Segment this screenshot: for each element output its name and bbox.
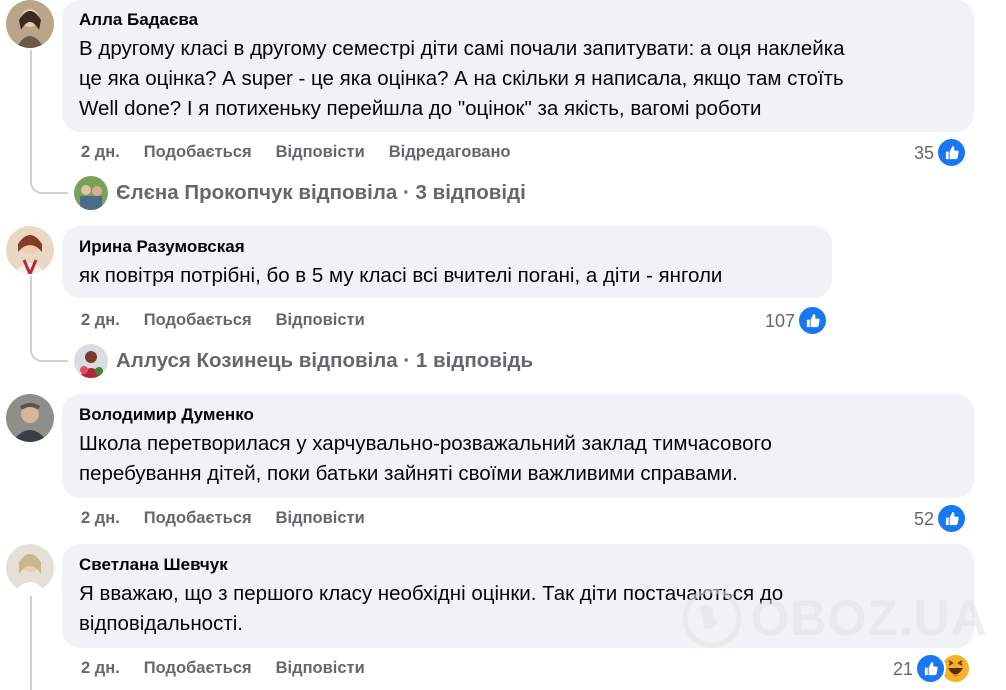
- comment-author[interactable]: Светлана Шевчук: [79, 553, 958, 577]
- reaction-number: 35: [914, 142, 935, 163]
- comment-author[interactable]: Володимир Думенко: [79, 403, 958, 427]
- thread-curve-1: [30, 176, 68, 194]
- reply-button[interactable]: Відповісти: [276, 658, 365, 678]
- comment-text: Школа перетворилася у харчувально-розваж…: [79, 432, 772, 485]
- comment-author[interactable]: Алла Бадаєва: [79, 8, 958, 32]
- avatar[interactable]: [6, 0, 54, 48]
- timestamp[interactable]: 2 дн.: [81, 310, 120, 330]
- replies-summary[interactable]: Аллуся Козинець відповіла · 1 відповідь: [74, 344, 533, 378]
- like-button[interactable]: Подобається: [144, 508, 252, 528]
- globe-icon: [682, 588, 742, 648]
- reaction-number: 52: [914, 508, 935, 529]
- edited-label: Відредаговано: [388, 143, 511, 161]
- avatar: [74, 344, 108, 378]
- thread-line-1: [30, 50, 32, 178]
- avatar[interactable]: [6, 544, 54, 592]
- thread-line-4: [30, 596, 32, 690]
- reaction-number: 107: [765, 310, 796, 331]
- like-icon: [936, 137, 968, 168]
- reaction-count[interactable]: 52: [914, 503, 968, 534]
- timestamp[interactable]: 2 дн.: [81, 142, 120, 162]
- comment-text: В другому класі в другому семестрі діти …: [79, 37, 845, 120]
- comment-actions: 2 дн. Подобається Відповісти: [81, 310, 365, 330]
- comment-bubble: Ирина Разумовская як повітря потрібні, б…: [62, 226, 832, 298]
- like-button[interactable]: Подобається: [144, 142, 252, 162]
- timestamp[interactable]: 2 дн.: [81, 658, 120, 678]
- comment-text: як повітря потрібні, бо в 5 му класі всі…: [79, 264, 723, 287]
- avatar[interactable]: [6, 394, 54, 442]
- like-button[interactable]: Подобається: [144, 310, 252, 330]
- like-icon: [936, 503, 968, 534]
- reply-button[interactable]: Відповісти: [276, 508, 365, 528]
- comment-actions: 2 дн. Подобається Відповісти: [81, 658, 365, 678]
- comment-bubble: Алла Бадаєва В другому класі в другому с…: [62, 0, 974, 132]
- watermark: OBOZ.UA: [682, 588, 988, 648]
- replies-summary-text: Аллуся Козинець відповіла · 1 відповідь: [116, 349, 534, 372]
- reaction-count[interactable]: 21: [893, 653, 972, 684]
- like-icon: [797, 305, 829, 336]
- comment-bubble: Володимир Думенко Школа перетворилася у …: [62, 394, 974, 498]
- comment-actions: 2 дн. Подобається Відповісти Відредагова…: [81, 142, 511, 162]
- reply-button[interactable]: Відповісти: [276, 310, 365, 330]
- avatar[interactable]: [6, 226, 54, 274]
- reaction-count[interactable]: 35: [914, 137, 968, 168]
- avatar: [74, 176, 108, 210]
- watermark-text: OBOZ.UA: [750, 590, 988, 646]
- comment-actions: 2 дн. Подобається Відповісти: [81, 508, 365, 528]
- like-button[interactable]: Подобається: [144, 658, 252, 678]
- comment-author[interactable]: Ирина Разумовская: [79, 235, 816, 259]
- thread-curve-2: [30, 344, 68, 362]
- replies-summary[interactable]: Єлєна Прокопчук відповіла · 3 відповіді: [74, 176, 526, 210]
- replies-summary-text: Єлєна Прокопчук відповіла · 3 відповіді: [116, 181, 526, 204]
- reaction-number: 21: [893, 658, 914, 679]
- reply-button[interactable]: Відповісти: [276, 142, 365, 162]
- timestamp[interactable]: 2 дн.: [81, 508, 120, 528]
- like-icon: [915, 653, 947, 684]
- thread-line-2: [30, 276, 32, 346]
- reaction-count[interactable]: 107: [765, 305, 829, 336]
